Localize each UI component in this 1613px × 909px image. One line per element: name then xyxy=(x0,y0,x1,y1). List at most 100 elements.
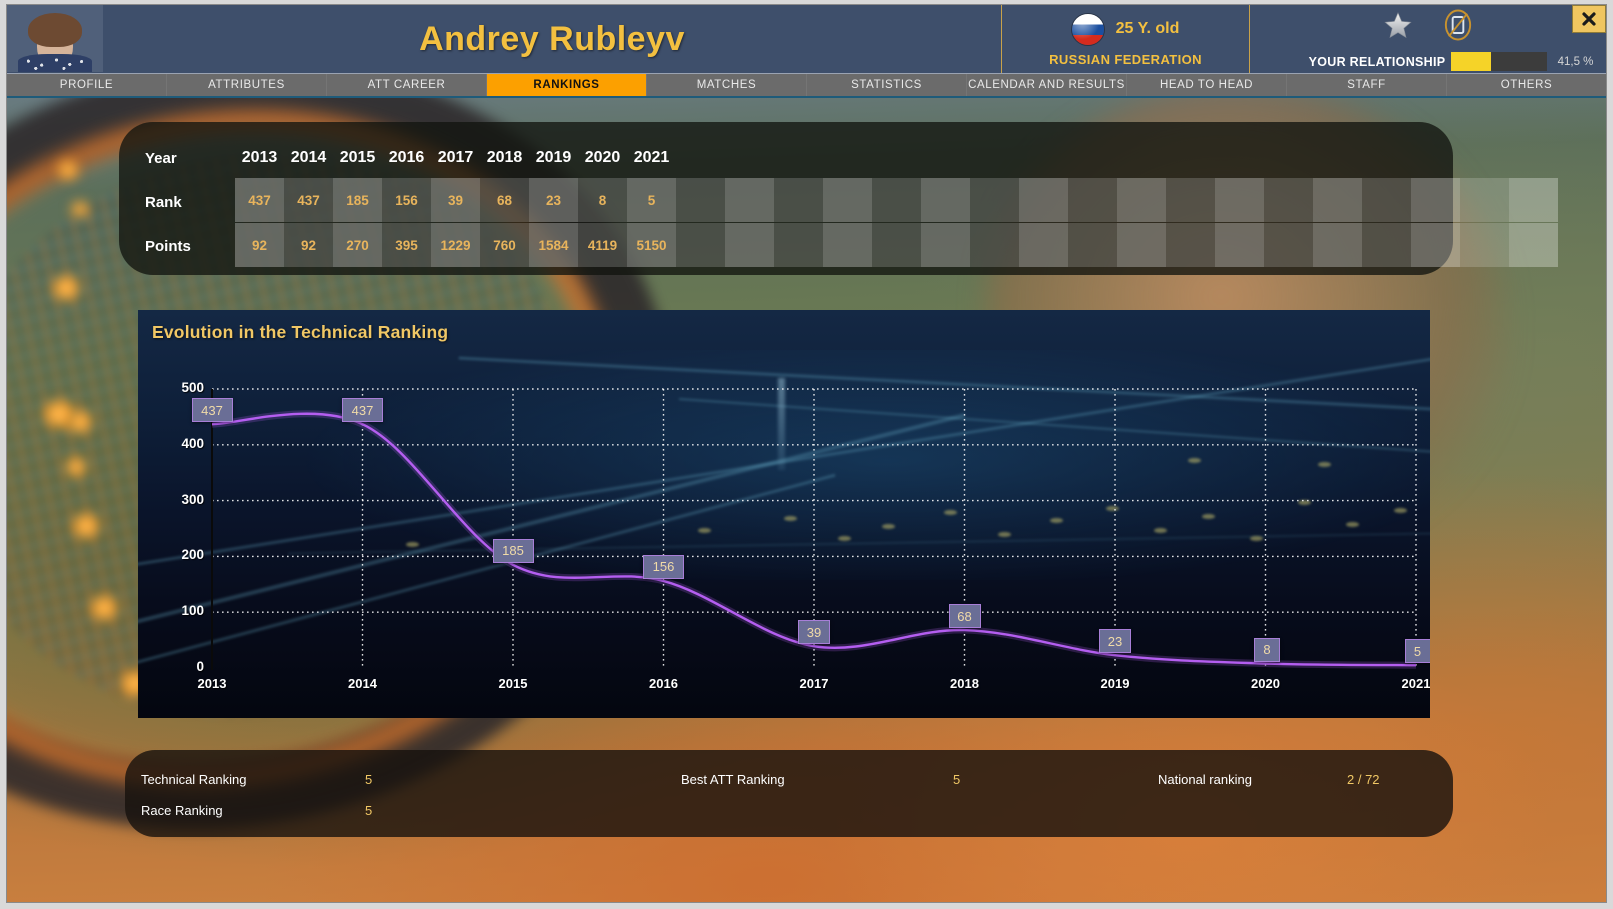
tab-label: RANKINGS xyxy=(533,79,600,91)
rankings-column xyxy=(1264,138,1313,267)
cell-points xyxy=(1509,223,1558,267)
bokeh-light xyxy=(69,201,91,218)
cell-points xyxy=(1264,223,1313,267)
cell-rank: 39 xyxy=(431,178,480,222)
rankings-column: 2018 68 760 xyxy=(480,138,529,267)
cell-rank xyxy=(1362,178,1411,222)
player-header: Andrey Rubleyv 25 Y. old RUSSIAN FEDERAT… xyxy=(7,5,1606,74)
cell-rank: 5 xyxy=(627,178,676,222)
x-axis-tick-label: 2013 xyxy=(197,676,227,691)
x-axis-tick-label: 2016 xyxy=(649,676,678,691)
tab-others[interactable]: OTHERS xyxy=(1447,74,1606,96)
cell-year xyxy=(1215,138,1264,178)
rankings-column xyxy=(774,138,823,267)
rankings-column xyxy=(1019,138,1068,267)
tab-label: STATISTICS xyxy=(851,79,922,91)
tab-staff[interactable]: STAFF xyxy=(1287,74,1447,96)
y-axis-tick-label: 200 xyxy=(181,547,204,563)
player-nation: RUSSIAN FEDERATION xyxy=(1049,51,1202,67)
cell-points xyxy=(921,223,970,267)
rankings-history-grid: Year Rank Points 2013 437 92 2014 437 92 2015 1… xyxy=(139,138,1558,267)
rankings-row-labels: Year Rank Points xyxy=(145,138,225,266)
cell-points xyxy=(872,223,921,267)
tab-profile[interactable]: PROFILE xyxy=(7,74,167,96)
tab-calendar-and-results[interactable]: CALENDAR AND RESULTS xyxy=(967,74,1127,96)
cell-year xyxy=(1362,138,1411,178)
y-axis-tick-label: 0 xyxy=(196,659,204,674)
cell-points xyxy=(970,223,1019,267)
cell-year: 2020 xyxy=(584,149,621,166)
cell-rank: 437 xyxy=(284,178,333,222)
page-stage: Andrey Rubleyv 25 Y. old RUSSIAN FEDERAT… xyxy=(6,4,1607,903)
cell-year: 2018 xyxy=(486,149,523,166)
rankings-column: 2015 185 270 xyxy=(333,138,382,267)
row-label-points: Points xyxy=(145,237,191,255)
tab-label: STAFF xyxy=(1347,79,1386,91)
tab-att-career[interactable]: ATT CAREER xyxy=(327,74,487,96)
player-age: 25 Y. old xyxy=(1115,20,1180,37)
cell-year xyxy=(872,138,921,178)
row-label-year: Year xyxy=(145,149,177,167)
tab-statistics[interactable]: STATISTICS xyxy=(807,74,967,96)
cell-year xyxy=(823,138,872,178)
data-point-label: 156 xyxy=(643,554,684,579)
cell-rank xyxy=(1019,178,1068,222)
close-button[interactable] xyxy=(1572,5,1606,33)
data-point-label: 8 xyxy=(1254,637,1280,662)
cell-year: 2014 xyxy=(290,149,327,166)
rankings-column xyxy=(1411,138,1460,267)
ranking-evolution-chart: Evolution in the Technical Ranking 500 40… xyxy=(138,310,1430,718)
cell-rank xyxy=(921,178,970,222)
y-axis-tick-label: 400 xyxy=(181,435,204,451)
cell-year xyxy=(676,138,725,178)
rankings-column xyxy=(970,138,1019,267)
nationality-block: 25 Y. old RUSSIAN FEDERATION xyxy=(1002,5,1250,73)
cell-rank: 8 xyxy=(578,178,627,222)
x-axis-tick-label: 2020 xyxy=(1251,676,1280,691)
cell-rank: 437 xyxy=(235,178,284,222)
rankings-column: 2014 437 92 xyxy=(284,138,333,267)
rankings-column xyxy=(1117,138,1166,267)
cell-year xyxy=(1068,138,1117,178)
rankings-column xyxy=(1509,138,1558,267)
cell-points: 395 xyxy=(382,223,431,267)
cell-year xyxy=(970,138,1019,178)
cell-points xyxy=(1411,223,1460,267)
cell-rank xyxy=(1264,178,1313,222)
bokeh-light xyxy=(87,595,121,621)
cell-rank xyxy=(676,178,725,222)
cell-year xyxy=(1264,138,1313,178)
bokeh-light xyxy=(63,457,89,477)
tab-matches[interactable]: MATCHES xyxy=(647,74,807,96)
summary-stats-panel: Technical Ranking 5 Race Ranking 5 Best … xyxy=(125,750,1453,837)
cell-points xyxy=(1460,223,1509,267)
x-axis-tick-label: 2014 xyxy=(348,676,377,691)
x-axis-tick-label: 2021 xyxy=(1401,676,1430,691)
tab-rankings[interactable]: RANKINGS xyxy=(487,74,647,96)
tab-label: ATTRIBUTES xyxy=(208,79,285,91)
y-axis-tick-label: 500 xyxy=(181,380,204,395)
cell-year xyxy=(1411,138,1460,178)
chart-plot-area: 500 400 300 200 100 0 2013 2014 2015 2016 2017 2018… xyxy=(138,310,1430,718)
x-axis-tick-label: 2015 xyxy=(498,676,528,691)
rankings-column xyxy=(921,138,970,267)
cell-points xyxy=(725,223,774,267)
cell-year xyxy=(1460,138,1509,178)
star-icon[interactable] xyxy=(1383,11,1413,45)
cell-points: 5150 xyxy=(627,223,676,267)
cell-points: 92 xyxy=(235,223,284,267)
tab-label: OTHERS xyxy=(1500,79,1553,91)
stat-value-national-ranking: 2 / 72 xyxy=(1347,772,1380,787)
cell-rank xyxy=(1411,178,1460,222)
tab-attributes[interactable]: ATTRIBUTES xyxy=(167,74,327,96)
rankings-column xyxy=(1362,138,1411,267)
tab-label: HEAD TO HEAD xyxy=(1159,79,1254,91)
player-name-container: Andrey Rubleyv xyxy=(103,5,1002,73)
y-axis-tick-label: 100 xyxy=(181,603,204,619)
no-phone-icon[interactable] xyxy=(1443,9,1473,46)
stat-label-national-ranking: National ranking xyxy=(1158,772,1252,787)
cell-points: 270 xyxy=(333,223,382,267)
rankings-column xyxy=(1166,138,1215,267)
tab-head-to-head[interactable]: HEAD TO HEAD xyxy=(1127,74,1287,96)
cell-points: 1229 xyxy=(431,223,480,267)
